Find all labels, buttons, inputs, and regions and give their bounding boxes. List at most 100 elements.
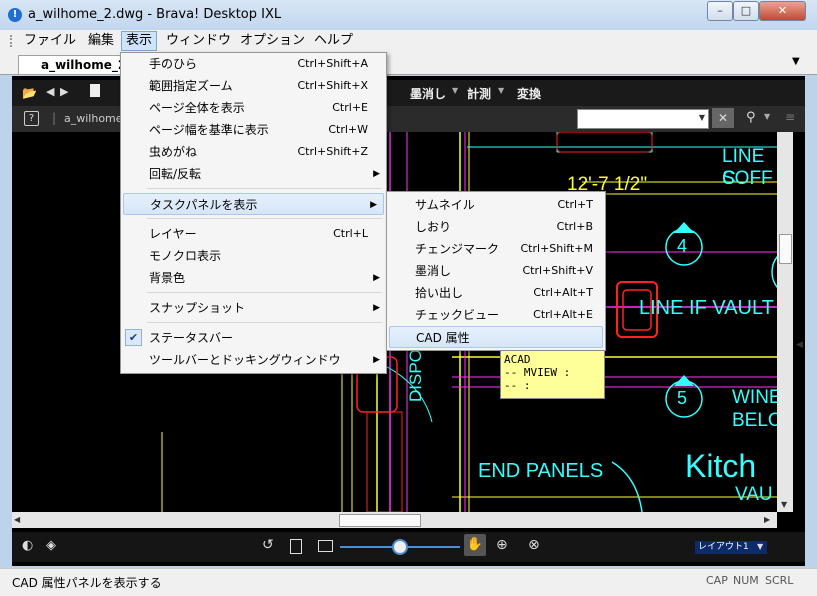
subtoolbar-doc-label: a_wilhome_ <box>64 112 129 125</box>
submenu-item-checkview[interactable]: チェックビュー Ctrl+Alt+E <box>387 304 605 326</box>
menu-separator <box>147 292 382 293</box>
menu-options[interactable]: オプション <box>236 32 309 50</box>
minimize-button[interactable]: – <box>707 1 733 21</box>
menu-item-hand[interactable]: 手のひら Ctrl+Shift+A <box>121 53 386 75</box>
menu-help[interactable]: ヘルプ <box>310 32 357 50</box>
menu-window[interactable]: ウィンドウ <box>162 32 235 50</box>
zoom-slider-thumb[interactable] <box>392 539 408 555</box>
cad-text-soff: SOFF <box>722 168 773 189</box>
maximize-button[interactable]: □ <box>733 1 759 21</box>
search-icon[interactable]: ⚲ <box>746 110 756 125</box>
menu-separator <box>147 218 382 219</box>
layers-icon[interactable]: ◈ <box>46 538 56 553</box>
horizontal-scroll-thumb[interactable] <box>339 514 421 527</box>
help-icon[interactable]: ? <box>24 111 39 126</box>
cad-text-end-panels: END PANELS <box>478 460 604 482</box>
cad-properties-tooltip: ACAD -- MVIEW : -- : <box>500 350 605 399</box>
submenu-item-bookmarks[interactable]: しおり Ctrl+B <box>387 216 605 238</box>
submenu-item-redaction[interactable]: 墨消し Ctrl+Shift+V <box>387 260 605 282</box>
vertical-scroll-thumb[interactable] <box>779 234 792 264</box>
search-input[interactable]: ▼ <box>577 109 709 129</box>
horizontal-scrollbar[interactable]: ◀ ▶ <box>12 512 777 528</box>
toolbar-convert[interactable]: 変換 <box>517 85 541 102</box>
submenu-arrow-icon: ▶ <box>373 303 380 313</box>
redact-dropdown-icon[interactable]: ▼ <box>452 86 458 95</box>
cad-text-num-5: 5 <box>677 388 688 408</box>
open-folder-icon[interactable]: 📂 <box>22 86 37 100</box>
menu-item-magnifier[interactable]: 虫めがね Ctrl+Shift+Z <box>121 141 386 163</box>
status-scrl-indicator: SCRL <box>765 574 794 587</box>
status-text: CAD 属性パネルを表示する <box>12 576 162 590</box>
document-tab[interactable]: a_wilhome_2.d <box>18 55 139 74</box>
submenu-arrow-icon: ▶ <box>370 200 377 210</box>
menubar-grip <box>10 35 15 47</box>
cad-text-num-4: 4 <box>677 236 688 256</box>
measure-dropdown-icon[interactable]: ▼ <box>498 86 504 95</box>
menu-item-layers[interactable]: レイヤー Ctrl+L <box>121 223 386 245</box>
submenu-arrow-icon: ▶ <box>373 169 380 179</box>
cad-text-wine: WINE <box>732 387 777 408</box>
submenu-arrow-icon: ▶ <box>373 273 380 283</box>
vertical-scrollbar[interactable]: ▼ <box>777 132 793 512</box>
menu-item-fit-width[interactable]: ページ幅を基準に表示 Ctrl+W <box>121 119 386 141</box>
menu-separator <box>147 188 382 189</box>
view-menu: 手のひら Ctrl+Shift+A 範囲指定ズーム Ctrl+Shift+X ページ… <box>120 52 387 374</box>
menu-item-fit-page[interactable]: ページ全体を表示 Ctrl+E <box>121 97 386 119</box>
app-icon: ! <box>8 8 22 22</box>
menu-view[interactable]: 表示 <box>121 31 158 51</box>
toolbar-redact[interactable]: 墨消し <box>410 85 446 102</box>
title-bar: ! a_wilhome_2.dwg - Brava! Desktop IXL –… <box>0 0 817 31</box>
submenu-item-thumbnail[interactable]: サムネイル Ctrl+T <box>387 194 605 216</box>
menu-item-toolbars-docking[interactable]: ツールバーとドッキングウィンドウ ▶ <box>121 349 386 371</box>
menu-item-snapshot[interactable]: スナップショット ▶ <box>121 297 386 319</box>
cad-fixture <box>556 132 653 153</box>
layout-select-chevron-icon[interactable]: ▼ <box>757 542 763 551</box>
close-button[interactable]: ✕ <box>759 1 806 21</box>
hand-tool-icon[interactable]: ✋ <box>464 534 486 556</box>
submenu-item-takeoff[interactable]: 拾い出し Ctrl+Alt+T <box>387 282 605 304</box>
scroll-right-arrow-icon[interactable]: ▶ <box>764 515 770 524</box>
panel-collapse-arrow-icon[interactable]: ◀ <box>796 340 803 350</box>
forward-arrow-icon[interactable]: ▶ <box>60 85 68 98</box>
menu-bar: ファイル 編集 表示 ウィンドウ オプション ヘルプ <box>0 30 817 53</box>
scroll-left-arrow-icon[interactable]: ◀ <box>14 515 20 524</box>
cad-fixture <box>366 411 403 512</box>
back-arrow-icon[interactable]: ◀ <box>46 85 54 98</box>
search-options-icon[interactable]: ▼ <box>764 112 770 121</box>
fit-page-icon[interactable] <box>290 539 302 554</box>
viewer-bottom-toolbar: ◐ ◈ ↺ ✋ ⊕ ⊗ レイアウト1 ▼ <box>12 532 805 562</box>
menu-file[interactable]: ファイル <box>20 32 80 50</box>
search-dropdown-icon[interactable]: ▼ <box>699 113 705 122</box>
menu-item-monochrome[interactable]: モノクロ表示 <box>121 245 386 267</box>
toolbar-measure[interactable]: 計測 <box>467 85 491 102</box>
contrast-icon[interactable]: ◐ <box>22 538 33 553</box>
clear-search-icon[interactable]: ✕ <box>712 108 734 128</box>
panel-grip-icon[interactable]: ≡ <box>785 110 795 124</box>
tooltip-line-1: ACAD <box>504 353 531 366</box>
scroll-down-arrow-icon[interactable]: ▼ <box>781 500 787 509</box>
menu-item-rotate-flip[interactable]: 回転/反転 ▶ <box>121 163 386 185</box>
page-icon[interactable] <box>90 84 100 97</box>
menu-edit[interactable]: 編集 <box>84 32 118 50</box>
menu-item-show-task-panel[interactable]: タスクパネルを表示 ▶ <box>123 193 384 215</box>
cad-text-vau: VAU <box>735 484 773 505</box>
menu-separator <box>147 322 382 323</box>
tab-list-chevron-icon[interactable]: ▼ <box>792 56 800 67</box>
status-cap-indicator: CAP <box>706 574 728 587</box>
zoom-magnifier-icon[interactable]: ⊗ <box>528 537 540 553</box>
cad-text-kitchen: Kitch <box>685 448 757 484</box>
rotate-icon[interactable]: ↺ <box>262 537 274 553</box>
status-bar: CAD 属性パネルを表示する CAP NUM SCRL <box>0 568 817 596</box>
check-icon: ✔ <box>125 329 142 346</box>
submenu-item-change-marks[interactable]: チェンジマーク Ctrl+Shift+M <box>387 238 605 260</box>
zoom-area-icon[interactable]: ⊕ <box>496 537 508 553</box>
menu-item-zoom-area[interactable]: 範囲指定ズーム Ctrl+Shift+X <box>121 75 386 97</box>
submenu-item-cad-properties[interactable]: CAD 属性 <box>389 326 603 348</box>
fit-width-icon[interactable] <box>318 540 333 552</box>
menu-item-status-bar[interactable]: ✔ ステータスバー <box>121 327 386 349</box>
menu-item-background-color[interactable]: 背景色 ▶ <box>121 267 386 289</box>
cad-arc <box>611 461 643 512</box>
status-num-indicator: NUM <box>733 574 759 587</box>
task-panel-submenu: サムネイル Ctrl+T しおり Ctrl+B チェンジマーク Ctrl+Shift+… <box>386 191 606 351</box>
tooltip-line-2: -- MVIEW : <box>504 366 571 379</box>
